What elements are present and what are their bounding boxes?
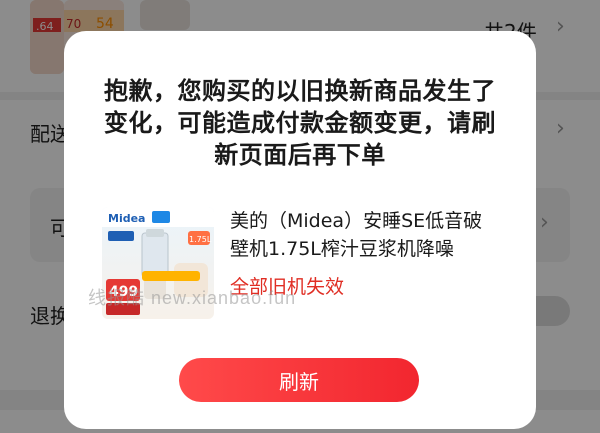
price-change-dialog: 抱歉，您购买的以旧换新商品发生了变化，可能造成付款金额变更，请刷新页面后再下单 … bbox=[64, 31, 536, 429]
capacity-badge: 1.75L bbox=[189, 235, 212, 244]
refresh-button[interactable]: 刷新 bbox=[179, 358, 419, 402]
product-name: 美的（Midea）安睡SE低音破壁机1.75L榨汁豆浆机降噪 bbox=[230, 210, 483, 260]
brand-logo-text: Midea bbox=[108, 212, 145, 225]
watermark: 线报酷 new.xianbao.fun bbox=[88, 288, 297, 308]
dialog-title: 抱歉，您购买的以旧换新商品发生了变化，可能造成付款金额变更，请刷新页面后再下单 bbox=[104, 77, 496, 169]
